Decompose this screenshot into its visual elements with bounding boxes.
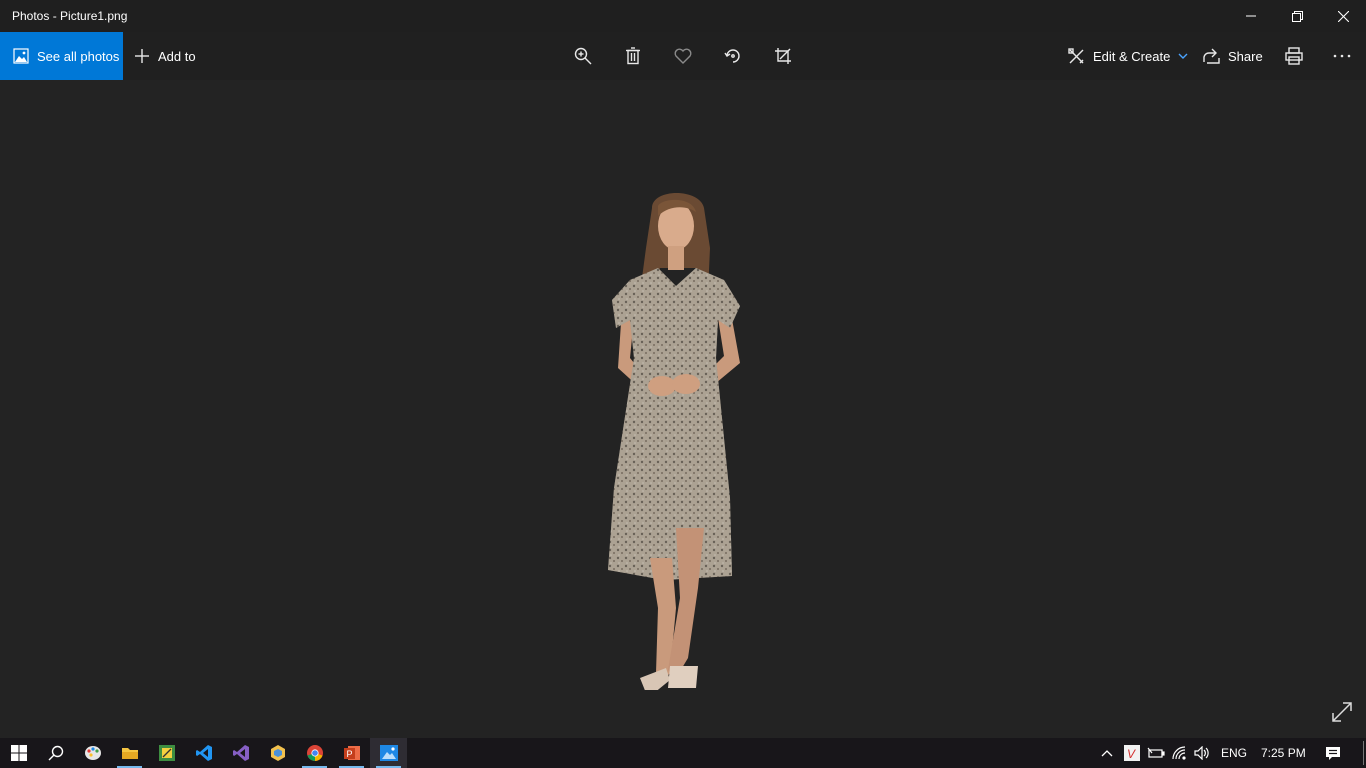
windows-icon	[10, 745, 27, 761]
share-button[interactable]: Share	[1203, 32, 1263, 80]
notes-app-icon	[158, 745, 175, 761]
see-all-photos-label: See all photos	[37, 48, 120, 64]
notification-icon	[1326, 746, 1340, 760]
edit-create-label: Edit & Create	[1093, 48, 1171, 64]
rotate-icon	[724, 49, 740, 63]
edit-create-button[interactable]: Edit & Create	[1068, 32, 1188, 80]
print-icon	[1285, 47, 1303, 65]
plus-icon	[135, 49, 149, 63]
chevron-down-icon	[1178, 53, 1188, 59]
more-icon	[1333, 54, 1351, 58]
photos-app-icon	[379, 745, 398, 761]
zoom-in-icon	[574, 47, 592, 65]
vscode-icon	[195, 745, 212, 761]
trash-icon	[626, 47, 640, 65]
window-controls	[1228, 0, 1366, 32]
hexagon-app-icon	[270, 745, 285, 761]
add-to-button[interactable]: Add to	[134, 32, 196, 80]
speaker-icon	[1194, 746, 1209, 760]
rotate-button[interactable]	[721, 44, 745, 68]
battery-icon	[1147, 747, 1165, 758]
share-label: Share	[1228, 48, 1263, 64]
expand-icon	[1332, 702, 1352, 722]
minimize-icon	[1246, 15, 1256, 17]
see-all-photos-button[interactable]: See all photos	[0, 32, 123, 80]
taskbar-visual-studio[interactable]	[222, 738, 259, 768]
window-title: Photos - Picture1.png	[12, 9, 128, 23]
zoom-button[interactable]	[571, 44, 595, 68]
heart-icon	[674, 48, 692, 64]
title-bar: Photos - Picture1.png	[0, 0, 1366, 32]
share-icon	[1203, 48, 1220, 64]
taskbar-package-app[interactable]	[259, 738, 296, 768]
edit-create-icon	[1068, 47, 1084, 63]
svg-text:P: P	[346, 749, 352, 759]
add-to-label: Add to	[158, 48, 196, 64]
wifi-icon	[1172, 746, 1186, 760]
print-button[interactable]	[1282, 44, 1306, 68]
tray-vivaldi[interactable]: V	[1120, 738, 1144, 768]
visual-studio-icon	[232, 745, 249, 761]
taskbar-photos[interactable]	[370, 738, 407, 768]
taskbar: P V ENG 7:25 PM	[0, 738, 1366, 768]
paint-palette-icon	[84, 746, 101, 760]
close-button[interactable]	[1320, 0, 1366, 32]
tray-battery[interactable]	[1144, 738, 1168, 768]
toolbar: See all photos Add to Edit & Create Shar…	[0, 32, 1366, 80]
photo-viewer[interactable]	[0, 80, 1366, 738]
action-center-button[interactable]	[1316, 738, 1350, 768]
svg-text:V: V	[1127, 747, 1136, 761]
start-button[interactable]	[0, 738, 37, 768]
taskbar-paint[interactable]	[74, 738, 111, 768]
show-desktop-divider	[1362, 741, 1364, 765]
taskbar-file-explorer[interactable]	[111, 738, 148, 768]
fullscreen-button[interactable]	[1330, 700, 1354, 724]
input-language-indicator[interactable]: ENG	[1221, 738, 1247, 768]
taskbar-vscode[interactable]	[185, 738, 222, 768]
folder-icon	[121, 748, 138, 759]
photo-image	[608, 193, 740, 690]
close-icon	[1337, 10, 1349, 22]
favorite-button[interactable]	[671, 44, 695, 68]
restore-button[interactable]	[1274, 0, 1320, 32]
taskbar-chrome[interactable]	[296, 738, 333, 768]
crop-icon	[775, 48, 791, 64]
search-icon	[48, 745, 63, 761]
crop-button[interactable]	[771, 44, 795, 68]
taskbar-powerpoint[interactable]: P	[333, 738, 370, 768]
powerpoint-icon: P	[343, 746, 360, 760]
photos-icon	[13, 48, 29, 64]
taskbar-sticky-app[interactable]	[148, 738, 185, 768]
chrome-icon	[306, 745, 323, 761]
v-app-icon: V	[1124, 745, 1140, 761]
taskbar-search-button[interactable]	[37, 738, 74, 768]
clock[interactable]: 7:25 PM	[1261, 738, 1306, 768]
delete-button[interactable]	[621, 44, 645, 68]
restore-icon	[1291, 10, 1303, 22]
show-hidden-icons-button[interactable]	[1090, 738, 1124, 768]
tray-volume[interactable]	[1190, 738, 1214, 768]
minimize-button[interactable]	[1228, 0, 1274, 32]
more-options-button[interactable]	[1330, 44, 1354, 68]
show-desktop-button[interactable]	[1360, 738, 1366, 768]
chevron-up-icon	[1101, 750, 1113, 757]
tray-wifi[interactable]	[1168, 738, 1192, 768]
